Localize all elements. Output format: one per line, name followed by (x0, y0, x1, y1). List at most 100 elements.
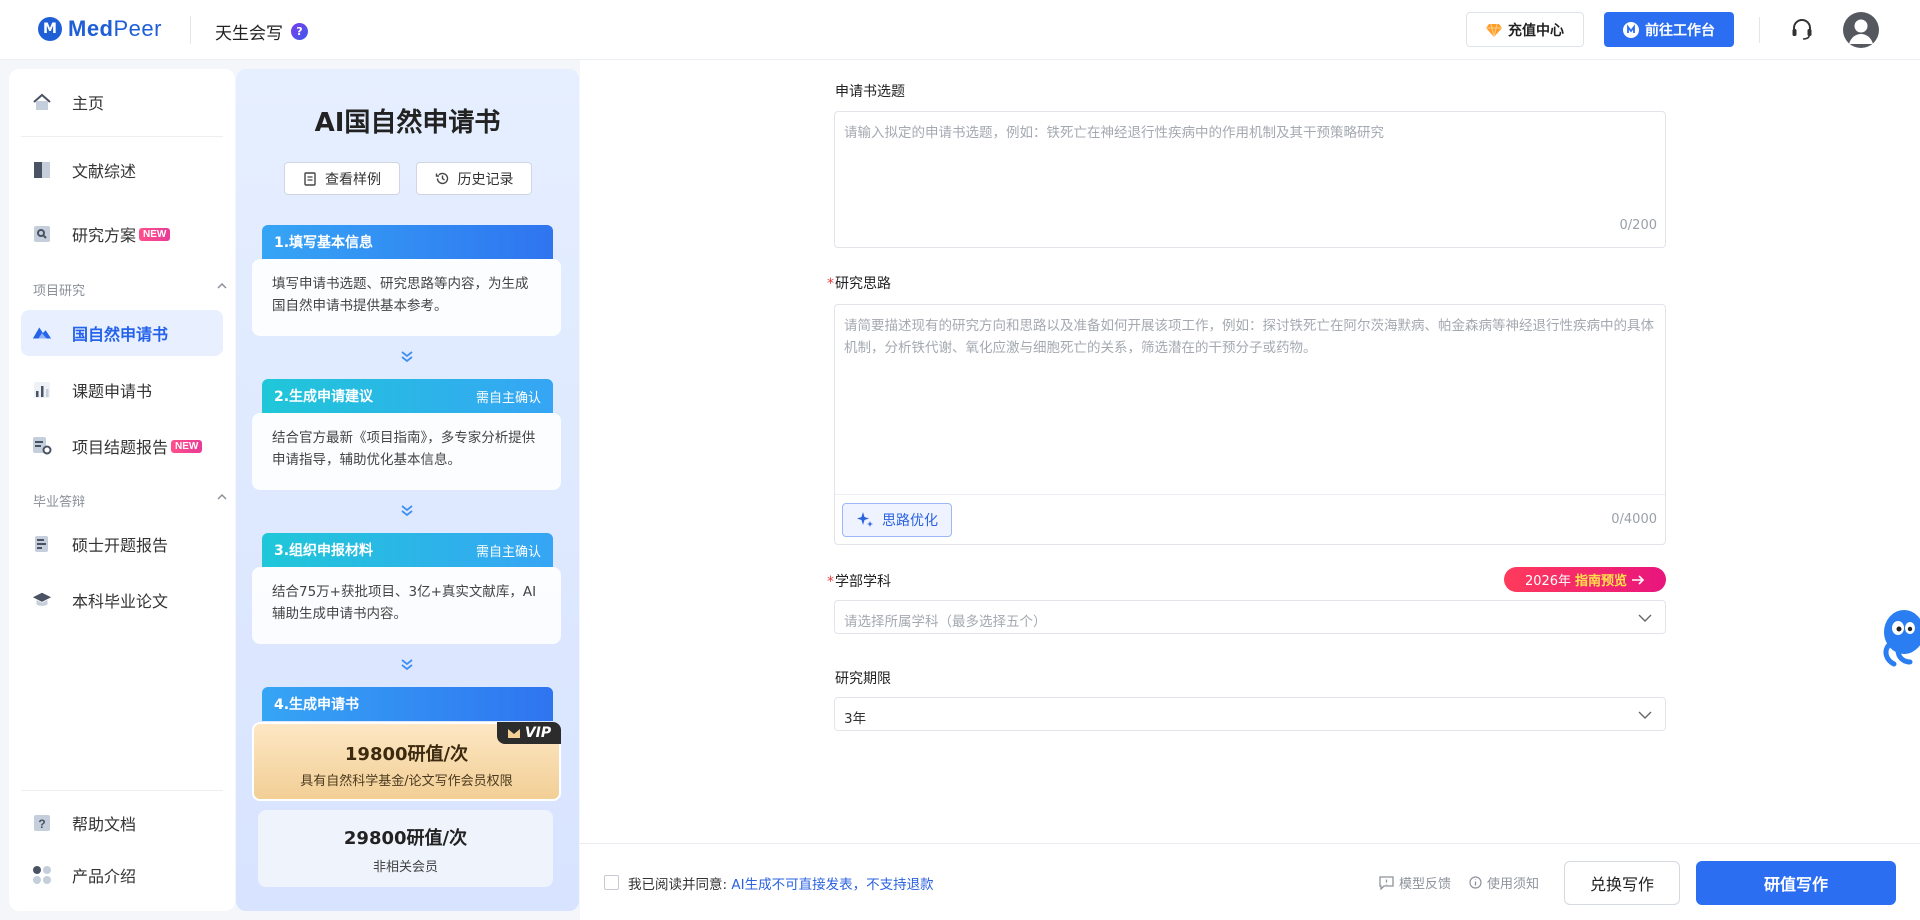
step-4-title: 4.生成申请书 (274, 697, 360, 713)
headset-icon[interactable] (1790, 17, 1814, 41)
period-label: 研究期限 (835, 671, 891, 687)
report-icon (32, 436, 52, 456)
steps-panel: AI国自然申请书 查看样例 历史记录 1.填写基本信息 填写申请书选题、研究思路… (236, 69, 579, 911)
step-4-header: 4.生成申请书 (262, 687, 553, 721)
section-label-project: 项目研究 (33, 284, 86, 299)
sidebar-item-bachelor-thesis[interactable]: 本科毕业论文 (21, 577, 223, 623)
logo-text-light: Peer (113, 16, 162, 41)
sidebar-item-research-plan[interactable]: 研究方案 NEW (21, 211, 223, 257)
user-avatar[interactable] (1843, 12, 1879, 48)
vip-desc: 具有自然科学基金/论文写作会员权限 (300, 774, 513, 789)
sparkle-icon (857, 512, 873, 527)
usage-notice-label: 使用须知 (1487, 877, 1540, 892)
section-graduation[interactable]: 毕业答辩 (33, 491, 228, 510)
agree-link[interactable]: AI生成不可直接发表，不支持退款 (731, 877, 933, 893)
workspace-label: 前往工作台 (1645, 22, 1715, 39)
recharge-label: 充值中心 (1508, 22, 1564, 39)
graduation-cap-icon (32, 590, 52, 610)
sidebar-item-home[interactable]: 主页 (21, 79, 223, 125)
sidebar-item-nsfc[interactable]: 国自然申请书 (21, 310, 223, 356)
sidebar-label-master-report: 硕士开题报告 (72, 536, 169, 555)
sidebar: 主页 文献综述 研究方案 NEW 项目研究 国自然申请书 课题申请书 项目结题报… (9, 69, 235, 911)
badge-text: 指南预览 (1575, 574, 1628, 589)
agree-checkbox[interactable] (604, 875, 619, 890)
double-chevron-down-icon (401, 505, 413, 517)
document-icon (304, 171, 316, 186)
workspace-logo-icon (1623, 21, 1639, 38)
chevron-down-icon (1638, 614, 1652, 622)
guide-preview-badge[interactable]: 2026年 指南预览 (1504, 567, 1666, 592)
idea-input[interactable]: 请简要描述现有的研究方向和思路以及准备如何开展该项工作，例如：探讨铁死亡在阿尔茨… (834, 304, 1666, 545)
product-name: 天生会写 ? (215, 19, 308, 44)
chevron-up-icon (217, 493, 227, 500)
step-2-title: 2.生成申请建议 (274, 389, 374, 405)
step-3-title: 3.组织申报材料 (274, 543, 374, 559)
step-3-header: 3.组织申报材料 需自主确认 (262, 533, 553, 567)
sidebar-label-bachelor-thesis: 本科毕业论文 (72, 592, 169, 611)
double-chevron-down-icon (401, 659, 413, 671)
steps-title: AI国自然申请书 (314, 108, 501, 138)
chevron-down-icon (1638, 711, 1652, 719)
top-header: M MedPeer 天生会写 ? 充值中心 前往工作台 (0, 0, 1920, 60)
agree-text: 我已阅读并同意: (628, 877, 728, 893)
idea-label-row: *研究思路 (827, 273, 891, 293)
bar-chart-icon (32, 380, 52, 400)
usage-notice-link[interactable]: 使用须知 (1469, 873, 1539, 892)
vip-price: 19800研值/次 (344, 744, 469, 765)
subject-select[interactable]: 请选择所属学科（最多选择五个） (834, 600, 1666, 634)
sidebar-item-literature[interactable]: 文献综述 (21, 147, 223, 193)
exchange-write-button[interactable]: 兑换写作 (1564, 861, 1680, 905)
medpeer-logo[interactable]: M MedPeer (38, 16, 162, 42)
model-feedback-link[interactable]: 模型反馈 (1379, 873, 1451, 892)
logo-text-bold: Med (68, 16, 114, 41)
subject-placeholder: 请选择所属学科（最多选择五个） (844, 614, 1047, 630)
sidebar-item-product-intro[interactable]: 产品介绍 (21, 852, 223, 898)
chevron-up-icon (217, 282, 227, 289)
step-1-title: 1.填写基本信息 (274, 235, 374, 251)
sidebar-item-master-report[interactable]: 硕士开题报告 (21, 521, 223, 567)
nonvip-price-card[interactable]: 29800研值/次 非相关会员 (258, 810, 553, 887)
new-badge: NEW (139, 227, 171, 241)
confirm-tag: 需自主确认 (475, 390, 541, 406)
sidebar-label-literature: 文献综述 (72, 162, 137, 181)
history-button[interactable]: 历史记录 (416, 162, 532, 195)
crown-m-icon (507, 729, 520, 738)
idea-placeholder: 请简要描述现有的研究方向和思路以及准备如何开展该项工作，例如：探讨铁死亡在阿尔茨… (844, 318, 1654, 356)
sidebar-label-help-docs: 帮助文档 (72, 815, 137, 834)
assistant-mascot-icon[interactable] (1880, 604, 1920, 670)
workspace-button[interactable]: 前往工作台 (1604, 12, 1734, 47)
header-divider (190, 16, 191, 44)
help-question-icon[interactable]: ? (291, 23, 308, 40)
credit-write-button[interactable]: 研值写作 (1696, 861, 1896, 905)
recharge-button[interactable]: 充值中心 (1466, 12, 1584, 47)
sidebar-label-final-report: 项目结题报告 (72, 438, 169, 457)
idea-optimize-button[interactable]: 思路优化 (842, 503, 952, 537)
step-2-header: 2.生成申请建议 需自主确认 (262, 379, 553, 413)
idea-char-count: 0/4000 (1611, 512, 1657, 527)
double-chevron-down-icon (401, 351, 413, 363)
sidebar-item-topic-application[interactable]: 课题申请书 (21, 367, 223, 413)
period-select[interactable]: 3年 (834, 697, 1666, 731)
history-label: 历史记录 (457, 171, 514, 188)
section-label-graduation: 毕业答辩 (33, 495, 86, 510)
footer-bar: 我已阅读并同意: AI生成不可直接发表，不支持退款 模型反馈 使用须知 兑换写作… (580, 843, 1920, 920)
topic-label: 申请书选题 (835, 84, 905, 100)
sidebar-item-help-docs[interactable]: ? 帮助文档 (21, 800, 223, 846)
sidebar-divider (21, 136, 223, 137)
topic-placeholder: 请输入拟定的申请书选题，例如：铁死亡在神经退行性疾病中的作用机制及其干预策略研究 (844, 125, 1384, 141)
topic-input[interactable]: 请输入拟定的申请书选题，例如：铁死亡在神经退行性疾病中的作用机制及其干预策略研究… (834, 111, 1666, 248)
required-mark: * (827, 276, 834, 292)
sidebar-divider (21, 790, 223, 791)
topic-char-count: 0/200 (1619, 218, 1657, 233)
sidebar-item-final-report[interactable]: 项目结题报告 NEW (21, 423, 223, 469)
sidebar-label-topic-application: 课题申请书 (72, 382, 153, 401)
vip-price-card[interactable]: VIP 19800研值/次 具有自然科学基金/论文写作会员权限 (252, 722, 561, 801)
section-project-research[interactable]: 项目研究 (33, 280, 228, 299)
nonvip-desc: 非相关会员 (372, 860, 438, 875)
view-sample-button[interactable]: 查看样例 (284, 162, 400, 195)
subject-label: 学部学科 (835, 574, 891, 590)
vip-tag-label: VIP (524, 725, 552, 741)
logo-mark-icon: M (38, 17, 62, 41)
arrow-right-icon (1632, 574, 1645, 585)
idea-divider (835, 494, 1665, 495)
